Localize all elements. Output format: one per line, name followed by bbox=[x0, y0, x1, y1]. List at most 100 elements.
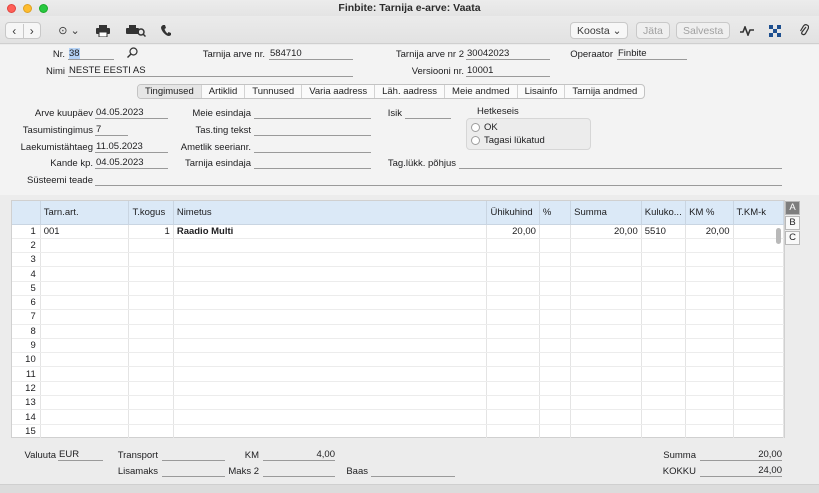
table-cell[interactable] bbox=[733, 252, 784, 268]
table-cell[interactable] bbox=[128, 266, 174, 282]
tab-lisainfo[interactable]: Lisainfo bbox=[518, 85, 566, 98]
table-cell[interactable] bbox=[685, 395, 734, 411]
table-cell[interactable] bbox=[539, 352, 572, 368]
currency-field[interactable]: EUR bbox=[58, 449, 103, 461]
table-cell[interactable] bbox=[733, 281, 784, 296]
table-cell[interactable] bbox=[539, 266, 572, 282]
grid-column-header[interactable]: KM % bbox=[685, 201, 734, 225]
table-cell[interactable] bbox=[173, 352, 488, 368]
table-cell[interactable] bbox=[173, 252, 488, 268]
table-cell[interactable] bbox=[486, 409, 540, 425]
tab-tingimused[interactable]: Tingimused bbox=[138, 85, 202, 98]
table-cell[interactable] bbox=[40, 352, 130, 368]
table-cell[interactable] bbox=[539, 409, 572, 425]
table-cell[interactable] bbox=[539, 338, 572, 354]
table-cell[interactable] bbox=[685, 266, 734, 282]
entry-date-field[interactable]: 04.05.2023 bbox=[95, 157, 168, 169]
table-cell[interactable] bbox=[486, 424, 540, 439]
table-cell[interactable] bbox=[40, 266, 130, 282]
table-cell[interactable] bbox=[173, 395, 488, 411]
supplier-invoice2-field[interactable]: 30042023 bbox=[466, 48, 550, 60]
table-cell[interactable] bbox=[685, 424, 734, 439]
table-cell[interactable] bbox=[733, 352, 784, 368]
table-cell[interactable] bbox=[539, 366, 572, 382]
table-cell[interactable] bbox=[40, 424, 130, 439]
tab-varia-aadress[interactable]: Varia aadress bbox=[302, 85, 376, 98]
table-row[interactable]: 10 bbox=[12, 352, 784, 368]
table-cell[interactable] bbox=[685, 381, 734, 397]
table-cell[interactable]: 20,00 bbox=[570, 224, 642, 239]
table-cell[interactable] bbox=[173, 266, 488, 282]
table-cell[interactable] bbox=[539, 424, 572, 439]
nr-field[interactable]: 38 bbox=[68, 48, 114, 60]
surcharge-field[interactable] bbox=[162, 465, 225, 477]
table-cell[interactable] bbox=[173, 338, 488, 354]
back-button[interactable]: ‹ bbox=[6, 23, 24, 38]
table-cell[interactable] bbox=[685, 352, 734, 368]
table-cell[interactable] bbox=[570, 281, 642, 296]
table-cell[interactable] bbox=[570, 238, 642, 254]
table-cell[interactable] bbox=[128, 324, 174, 339]
grid-column-header[interactable]: T.kogus bbox=[128, 201, 174, 225]
grid-column-header[interactable] bbox=[12, 201, 41, 225]
table-cell[interactable] bbox=[539, 395, 572, 411]
table-cell[interactable] bbox=[570, 409, 642, 425]
table-cell[interactable] bbox=[733, 381, 784, 397]
table-cell[interactable] bbox=[570, 395, 642, 411]
our-rep-field[interactable] bbox=[254, 107, 371, 119]
table-cell[interactable] bbox=[128, 409, 174, 425]
table-cell[interactable] bbox=[40, 324, 130, 339]
status-ok-radio[interactable]: OK bbox=[471, 122, 498, 133]
table-cell[interactable] bbox=[40, 309, 130, 325]
table-cell[interactable] bbox=[486, 366, 540, 382]
operator-field[interactable]: Finbite bbox=[617, 48, 687, 60]
version-field[interactable]: 10001 bbox=[466, 65, 550, 77]
table-cell[interactable] bbox=[128, 338, 174, 354]
table-row[interactable]: 8 bbox=[12, 324, 784, 339]
table-row[interactable]: 7 bbox=[12, 309, 784, 325]
table-cell[interactable] bbox=[128, 252, 174, 268]
table-cell[interactable] bbox=[733, 424, 784, 439]
table-cell[interactable] bbox=[128, 424, 174, 439]
table-cell[interactable] bbox=[128, 238, 174, 254]
print-icon[interactable] bbox=[93, 22, 113, 39]
table-row[interactable]: 3 bbox=[12, 252, 784, 268]
table-cell[interactable] bbox=[173, 309, 488, 325]
table-cell[interactable] bbox=[40, 381, 130, 397]
table-row[interactable]: 5 bbox=[12, 281, 784, 296]
table-cell[interactable] bbox=[685, 338, 734, 354]
table-cell[interactable] bbox=[539, 309, 572, 325]
actions-dropdown[interactable]: Koosta ⌄ bbox=[570, 22, 629, 39]
table-cell[interactable] bbox=[570, 324, 642, 339]
table-cell[interactable] bbox=[486, 352, 540, 368]
table-cell[interactable] bbox=[570, 424, 642, 439]
table-cell[interactable] bbox=[486, 295, 540, 311]
table-cell[interactable]: Raadio Multi bbox=[173, 224, 488, 239]
transport-field[interactable] bbox=[162, 449, 225, 461]
table-cell[interactable] bbox=[40, 409, 130, 425]
tab-meie-andmed[interactable]: Meie andmed bbox=[445, 85, 518, 98]
table-cell[interactable] bbox=[539, 224, 572, 239]
table-cell[interactable] bbox=[486, 309, 540, 325]
table-row[interactable]: 2 bbox=[12, 238, 784, 254]
table-cell[interactable] bbox=[685, 366, 734, 382]
table-cell[interactable] bbox=[733, 295, 784, 311]
status-rejected-radio[interactable]: Tagasi lükatud bbox=[471, 135, 545, 146]
table-cell[interactable] bbox=[570, 352, 642, 368]
table-row[interactable]: 15 bbox=[12, 424, 784, 439]
grid-column-header[interactable]: Ühikuhind bbox=[486, 201, 540, 225]
workflow-icon[interactable] bbox=[767, 22, 783, 39]
side-button-b[interactable]: B bbox=[785, 216, 800, 230]
table-row[interactable]: 4 bbox=[12, 266, 784, 282]
payment-terms-field[interactable]: 7 bbox=[95, 124, 128, 136]
table-cell[interactable] bbox=[128, 381, 174, 397]
table-cell[interactable] bbox=[570, 295, 642, 311]
table-cell[interactable] bbox=[733, 395, 784, 411]
table-cell[interactable] bbox=[539, 324, 572, 339]
table-cell[interactable] bbox=[733, 266, 784, 282]
grid-scrollbar[interactable] bbox=[776, 228, 781, 244]
table-cell[interactable] bbox=[641, 252, 687, 268]
more-options-button[interactable]: ⊙ ⌄ bbox=[55, 22, 83, 39]
table-cell[interactable] bbox=[40, 338, 130, 354]
table-cell[interactable] bbox=[733, 366, 784, 382]
